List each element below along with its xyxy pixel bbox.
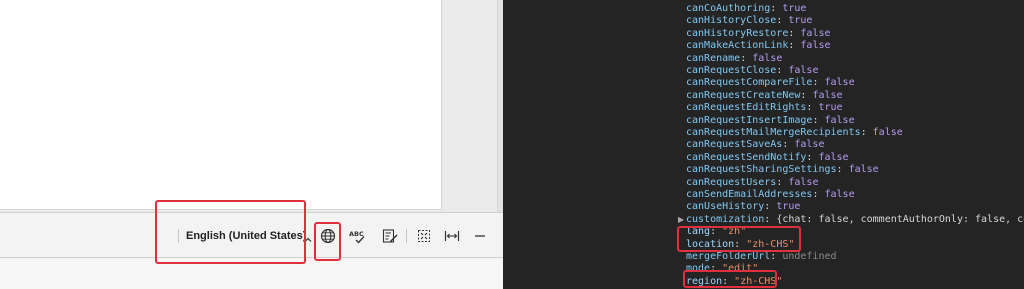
- property-key: canSendEmailAddresses: [686, 189, 813, 200]
- highlight-box-language: [155, 200, 306, 264]
- property-row[interactable]: canRequestMailMergeRecipients: false: [686, 127, 903, 139]
- property-row[interactable]: canHistoryRestore: false: [686, 28, 831, 40]
- property-key: canRequestUsers: [686, 176, 777, 188]
- property-key: canRequestEditRights: [686, 102, 807, 114]
- fit-width-icon[interactable]: [444, 228, 460, 244]
- status-separator: [406, 229, 407, 243]
- zoom-out-icon[interactable]: [472, 228, 488, 244]
- property-key: canRequestInsertImage: [686, 114, 813, 126]
- property-value: false: [800, 27, 831, 39]
- property-value: false: [800, 40, 831, 52]
- property-key: canHistoryClose: [686, 15, 777, 27]
- fit-page-icon[interactable]: [416, 228, 432, 244]
- property-colon: :: [782, 139, 795, 151]
- property-colon: :: [806, 151, 819, 163]
- property-value: false: [824, 189, 855, 200]
- property-value: false: [824, 114, 855, 126]
- property-colon: :: [770, 251, 783, 262]
- track-changes-icon[interactable]: [382, 228, 398, 244]
- property-colon: :: [800, 89, 813, 101]
- property-key: canRequestSharingSettings: [686, 164, 837, 176]
- property-colon: :: [812, 114, 825, 126]
- property-colon: :: [776, 176, 789, 188]
- property-key: mergeFolderUrl: [686, 251, 771, 262]
- property-row[interactable]: canHistoryClose: true: [686, 15, 812, 27]
- property-row[interactable]: canRequestEditRights: true: [686, 102, 843, 114]
- property-colon: :: [806, 102, 819, 114]
- property-key: canUseHistory: [686, 201, 765, 213]
- highlight-box-lang-location: [677, 226, 801, 252]
- property-row[interactable]: canRequestCreateNew: false: [686, 90, 843, 102]
- document-page[interactable]: [0, 0, 442, 210]
- property-row[interactable]: canCoAuthoring: true: [686, 3, 806, 15]
- property-key: canRequestSaveAs: [686, 139, 783, 151]
- property-row[interactable]: canRequestClose: false: [686, 65, 818, 77]
- property-row[interactable]: canRequestSendNotify: false: [686, 152, 849, 164]
- property-value: undefined: [782, 251, 837, 262]
- property-row[interactable]: canRequestSharingSettings: false: [686, 164, 879, 176]
- property-value: false: [788, 65, 819, 76]
- property-value: false: [788, 176, 819, 188]
- property-colon: :: [812, 77, 825, 89]
- document-canvas: [0, 0, 497, 212]
- spellcheck-icon[interactable]: ABC: [349, 228, 365, 244]
- expand-triangle-icon[interactable]: ▶: [678, 215, 684, 224]
- property-value: false: [824, 77, 855, 89]
- property-value: false: [818, 151, 849, 163]
- property-colon: :: [776, 15, 789, 27]
- property-row[interactable]: canRequestSaveAs: false: [686, 139, 824, 151]
- property-colon: :: [770, 3, 783, 14]
- property-key: canRequestClose: [686, 65, 777, 76]
- property-colon: :: [812, 189, 825, 200]
- property-row[interactable]: canMakeActionLink: false: [686, 40, 831, 52]
- property-colon: :: [764, 201, 777, 213]
- property-key: canHistoryRestore: [686, 27, 789, 39]
- editor-window: English (United States) ABC: [0, 0, 503, 289]
- highlight-box-region: [683, 270, 777, 288]
- property-colon: :: [836, 164, 849, 176]
- property-value: true: [782, 3, 807, 14]
- property-key: canRequestSendNotify: [686, 151, 807, 163]
- property-value: false: [752, 52, 783, 64]
- highlight-box-globe: [314, 222, 341, 261]
- property-key: canMakeActionLink: [686, 40, 789, 52]
- property-value: false: [848, 164, 879, 176]
- property-key: customization: [686, 213, 765, 225]
- property-key: canCoAuthoring: [686, 3, 771, 14]
- property-row[interactable]: canRequestCompareFile: false: [686, 77, 855, 89]
- svg-text:ABC: ABC: [349, 230, 364, 238]
- property-value: true: [788, 15, 813, 27]
- property-value: false: [872, 127, 903, 138]
- property-key: canRequestMailMergeRecipients: [686, 127, 861, 138]
- property-row[interactable]: customization: {chat: false, commentAuth…: [686, 214, 1024, 226]
- property-key: canRequestCompareFile: [686, 77, 813, 89]
- property-value: false: [794, 139, 825, 151]
- property-value: true: [818, 102, 843, 114]
- property-colon: :: [860, 127, 873, 138]
- property-colon: :: [764, 213, 777, 225]
- property-colon: :: [740, 52, 753, 64]
- property-key: canRequestCreateNew: [686, 89, 801, 101]
- property-row[interactable]: canRequestUsers: false: [686, 177, 818, 189]
- property-colon: :: [788, 40, 801, 52]
- property-row[interactable]: mergeFolderUrl: undefined: [686, 251, 837, 263]
- property-row[interactable]: canSendEmailAddresses: false: [686, 189, 855, 201]
- property-value: {chat: false, commentAuthorOnly: false, …: [776, 213, 1024, 225]
- property-value: false: [812, 89, 843, 101]
- property-row[interactable]: canRequestInsertImage: false: [686, 115, 855, 127]
- property-row[interactable]: canUseHistory: true: [686, 201, 800, 213]
- property-key: canRename: [686, 52, 741, 64]
- property-colon: :: [788, 27, 801, 39]
- property-value: true: [776, 201, 801, 213]
- property-colon: :: [776, 65, 789, 76]
- property-row[interactable]: canRename: false: [686, 53, 782, 65]
